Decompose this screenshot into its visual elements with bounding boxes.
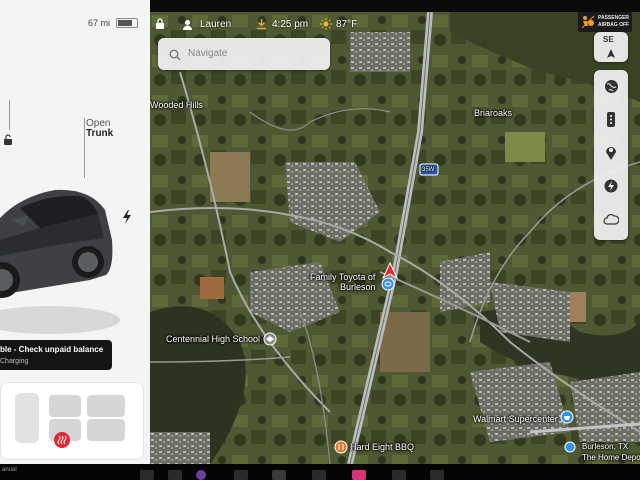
trunk-indicator-line bbox=[84, 118, 85, 178]
map-label-walmart[interactable]: Walmart Supercenter bbox=[473, 414, 558, 424]
bottom-dock: anual bbox=[0, 464, 640, 480]
person-icon[interactable] bbox=[182, 19, 193, 33]
satellite-toggle-button[interactable] bbox=[594, 72, 628, 106]
sun-icon bbox=[320, 18, 332, 33]
battery-range: 67 mi bbox=[88, 18, 111, 28]
seat-heat-icon[interactable] bbox=[53, 431, 71, 454]
outside-temperature: 87°F bbox=[336, 19, 358, 30]
dock-app-icon-5[interactable] bbox=[272, 470, 286, 480]
store-poi-icon[interactable] bbox=[564, 440, 576, 458]
weather-layer-button[interactable] bbox=[594, 204, 628, 238]
seat-heater-card[interactable] bbox=[0, 382, 144, 460]
alert-subtitle: Charging bbox=[0, 358, 29, 365]
alert-title: ble - Check unpaid balance bbox=[0, 345, 104, 354]
car-status-panel: 67 mi Open Trunk ble - Check unpaid bala… bbox=[0, 0, 150, 464]
highway-shield-label: 35W bbox=[422, 167, 435, 173]
dock-app-icon-7[interactable] bbox=[352, 470, 366, 480]
vehicle-position-arrow-icon bbox=[381, 261, 399, 285]
compass-button[interactable]: SE bbox=[594, 32, 628, 62]
search-icon bbox=[169, 48, 181, 66]
battery-icon bbox=[116, 18, 139, 28]
map-label-family-toyota[interactable]: Family Toyota of bbox=[310, 272, 375, 282]
map-label-centennial-high[interactable]: Centennial High School bbox=[166, 334, 260, 344]
lock-open-icon[interactable] bbox=[2, 134, 14, 148]
clock-time: 4:25 pm bbox=[272, 19, 309, 30]
satellite-map[interactable]: Wooded Hills Briaroaks 35W Family Toyota… bbox=[150, 12, 640, 464]
map-label-burleson-tx[interactable]: Burleson, TX bbox=[582, 442, 628, 451]
walmart-poi-icon[interactable] bbox=[560, 410, 574, 429]
bolt-icon bbox=[604, 179, 618, 198]
dock-app-icon-4[interactable] bbox=[234, 470, 248, 480]
trunk-label[interactable]: Trunk bbox=[86, 128, 113, 139]
cloud-icon bbox=[603, 212, 620, 230]
car-image bbox=[0, 189, 120, 334]
seat-layout-icon bbox=[15, 393, 125, 443]
frunk-indicator-line bbox=[9, 100, 10, 130]
airbag-line-2: AIRBAG OFF bbox=[598, 22, 630, 28]
driver-profile-name[interactable]: Lauren bbox=[200, 19, 231, 30]
dock-app-icon-9[interactable] bbox=[430, 470, 444, 480]
navigate-search-bar[interactable]: Navigate bbox=[158, 38, 330, 70]
top-status-bar: Lauren 4:25 pm 87°F bbox=[150, 12, 580, 38]
map-label-wooded-hills[interactable]: Wooded Hills bbox=[150, 100, 203, 110]
list-icon bbox=[606, 112, 616, 132]
map-label-briaroaks[interactable]: Briaroaks bbox=[474, 108, 512, 118]
dock-app-icon-8[interactable] bbox=[392, 470, 406, 480]
navigate-placeholder: Navigate bbox=[188, 48, 228, 59]
lock-icon[interactable] bbox=[155, 18, 165, 33]
airbag-line-1: PASSENGER bbox=[598, 15, 630, 21]
dock-app-icon-3[interactable] bbox=[196, 470, 206, 480]
dock-app-icon-2[interactable] bbox=[168, 470, 182, 480]
battery-indicator: 67 mi bbox=[88, 18, 139, 28]
pin-icon bbox=[605, 145, 617, 165]
airbag-icon bbox=[581, 15, 595, 34]
restaurant-poi-icon[interactable] bbox=[334, 440, 348, 459]
globe-icon bbox=[604, 79, 619, 99]
compass-icon bbox=[606, 46, 616, 64]
passenger-airbag-indicator: PASSENGER AIRBAG OFF bbox=[578, 12, 632, 32]
map-label-family-toyota-city[interactable]: Burleson bbox=[340, 282, 376, 292]
charging-alert[interactable]: ble - Check unpaid balance Charging bbox=[0, 340, 112, 370]
dock-app-icon-1[interactable] bbox=[140, 470, 154, 480]
map-controls-panel bbox=[594, 70, 628, 240]
dock-app-icon-6[interactable] bbox=[312, 470, 326, 480]
compass-heading: SE bbox=[603, 35, 614, 44]
manual-label[interactable]: anual bbox=[2, 467, 17, 473]
map-label-hard-eight-bbq[interactable]: Hard Eight BBQ bbox=[350, 442, 414, 452]
school-poi-icon[interactable] bbox=[263, 332, 277, 351]
superchargers-button[interactable] bbox=[594, 171, 628, 205]
map-label-home-depot[interactable]: The Home Depo bbox=[582, 453, 640, 462]
charge-port-icon[interactable] bbox=[122, 210, 132, 229]
download-icon[interactable] bbox=[256, 18, 267, 33]
pin-button[interactable] bbox=[594, 138, 628, 172]
directions-list-button[interactable] bbox=[594, 105, 628, 139]
map-imagery bbox=[150, 12, 640, 464]
